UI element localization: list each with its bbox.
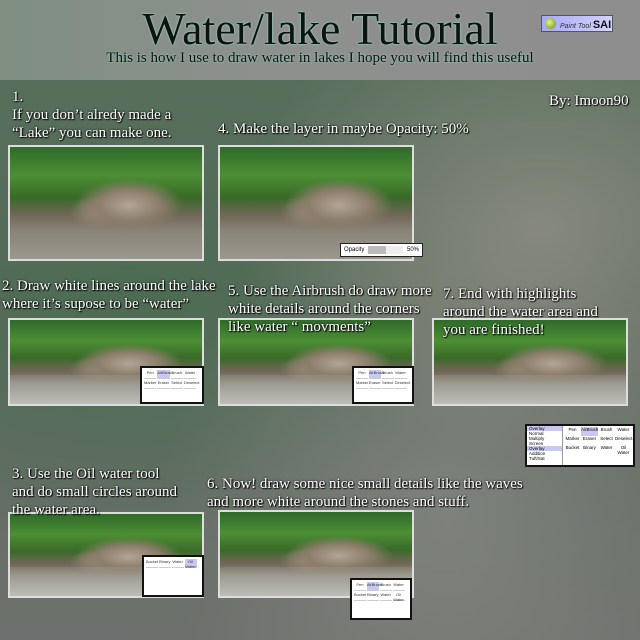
tool-binary[interactable]: Binary <box>366 592 379 601</box>
blend-option[interactable]: Tuft/Sat <box>527 456 562 461</box>
tool-bucket[interactable]: Bucket <box>354 592 366 601</box>
tool-pen[interactable]: Pen <box>356 370 368 379</box>
tool-water[interactable]: Water <box>615 427 632 436</box>
tool-water[interactable]: Water <box>392 582 405 591</box>
tool-bucket[interactable]: Bucket <box>564 445 581 454</box>
tool-pen[interactable]: Pen <box>564 427 581 436</box>
step-line: 6. Now! draw some nice small details lik… <box>207 476 523 492</box>
step-line: If you don’t alredy made a <box>12 107 172 123</box>
tool-marker[interactable]: Marker <box>356 380 368 389</box>
step-3-text: 3. Use the Oil water tool and do small c… <box>12 465 177 519</box>
tool-deselect[interactable]: Deselect <box>615 436 633 445</box>
step-line: like water “ movments” <box>228 319 371 335</box>
sai-logo-icon <box>545 18 556 29</box>
tool-water-2[interactable]: Water <box>379 592 392 601</box>
tool-panel: Pen AirBrush Brush Water Marker Eraser Select… <box>140 366 204 404</box>
step-1-text: 1. If you don’t alredy made a “Lake” you… <box>12 88 172 142</box>
tool-marker[interactable]: Marker <box>144 380 156 389</box>
tool-eraser[interactable]: Eraser <box>157 380 170 389</box>
step-line: 3. Use the Oil water tool <box>12 466 160 482</box>
step-line: and more white around the stones and stu… <box>207 494 470 510</box>
opacity-slider[interactable]: Opacity 50% <box>340 243 423 257</box>
tool-select[interactable]: Select <box>381 380 394 389</box>
opacity-fill <box>368 246 386 254</box>
tool-panel: Bucket Binary Water Oil Water <box>142 555 204 597</box>
header-band: Water/lake Tutorial This is how I use to… <box>0 0 640 80</box>
step-6-text: 6. Now! draw some nice small details lik… <box>207 475 523 511</box>
opacity-bar[interactable] <box>368 246 403 254</box>
tool-airbrush[interactable]: AirBrush <box>368 370 384 379</box>
tool-airbrush[interactable]: AirBrush <box>157 370 173 379</box>
step-line: the water area. <box>12 502 100 518</box>
step-line: where it’s supose to be “water” <box>2 296 190 312</box>
tool-brush[interactable]: Brush <box>170 370 183 379</box>
tool-eraser[interactable]: Eraser <box>368 380 381 389</box>
tool-water[interactable]: Water <box>394 370 407 379</box>
step-1-image <box>8 145 204 261</box>
author-credit: By: Imoon90 <box>549 93 629 109</box>
tool-airbrush[interactable]: AirBrush <box>581 427 598 436</box>
tool-water-2[interactable]: Water <box>171 559 184 568</box>
opacity-value: 50% <box>406 247 419 253</box>
tool-bucket[interactable]: Bucket <box>146 559 158 568</box>
step-line: 2. Draw white lines around the lake <box>2 278 216 294</box>
blend-mode-list[interactable]: Overlay Normal Multiply Screen Overlay A… <box>527 426 564 465</box>
step-5-text: 5. Use the Airbrush do draw more white d… <box>228 282 432 336</box>
step-line: 1. <box>12 89 24 105</box>
tool-select[interactable]: Select <box>598 436 615 445</box>
opacity-label: Opacity <box>344 247 365 253</box>
tool-eraser[interactable]: Eraser <box>581 436 598 445</box>
step-4-text: 4. Make the layer in maybe Opacity: 50% <box>218 121 469 137</box>
tool-airbrush[interactable]: AirBrush <box>366 582 382 591</box>
tool-marker[interactable]: Marker <box>564 436 581 445</box>
tool-pen[interactable]: Pen <box>144 370 157 379</box>
tool-oil-water[interactable]: Oil Water <box>615 445 632 455</box>
blend-mode-panel: Overlay Normal Multiply Screen Overlay A… <box>525 424 635 467</box>
tool-grid: Pen AirBrush Brush Water Marker Eraser Select… <box>563 426 633 465</box>
tool-oil-water[interactable]: Oil Water <box>184 559 197 569</box>
step-line: 5. Use the Airbrush do draw more <box>228 283 432 299</box>
tool-brush[interactable]: Brush <box>381 370 394 379</box>
tool-brush[interactable]: Brush <box>598 427 615 436</box>
step-line: 7. End with highlights <box>443 286 577 302</box>
tool-pen[interactable]: Pen <box>354 582 366 591</box>
tool-select[interactable]: Select <box>170 380 183 389</box>
step-line: “Lake” you can make one. <box>12 125 172 141</box>
page-subtitle: This is how I use to draw water in lakes… <box>106 50 534 66</box>
tool-deselect[interactable]: Deselect <box>394 380 410 389</box>
tool-oil-water[interactable]: Oil Water <box>392 592 405 602</box>
tool-binary[interactable]: Binary <box>158 559 171 568</box>
tool-water-2[interactable]: Water <box>598 445 615 454</box>
tool-panel: Pen AirBrush Brush Water Marker Eraser Select… <box>352 366 414 404</box>
tool-binary[interactable]: Binary <box>581 445 598 454</box>
step-line: white details around the corners <box>228 301 420 317</box>
step-7-text: 7. End with highlights around the water … <box>443 285 598 339</box>
step-line: you are finished! <box>443 322 545 338</box>
painttool-sai-logo: Paint Tool SAI <box>541 15 613 32</box>
step-2-text: 2. Draw white lines around the lake wher… <box>2 277 216 313</box>
tool-brush[interactable]: Brush <box>379 582 392 591</box>
step-line: around the water area and <box>443 304 598 320</box>
tool-water[interactable]: Water <box>183 370 197 379</box>
step-line: and do small circles around <box>12 484 177 500</box>
tool-panel: Pen AirBrush Brush Water Bucket Binary Water O… <box>350 578 412 620</box>
tool-deselect[interactable]: Deselect <box>183 380 200 389</box>
